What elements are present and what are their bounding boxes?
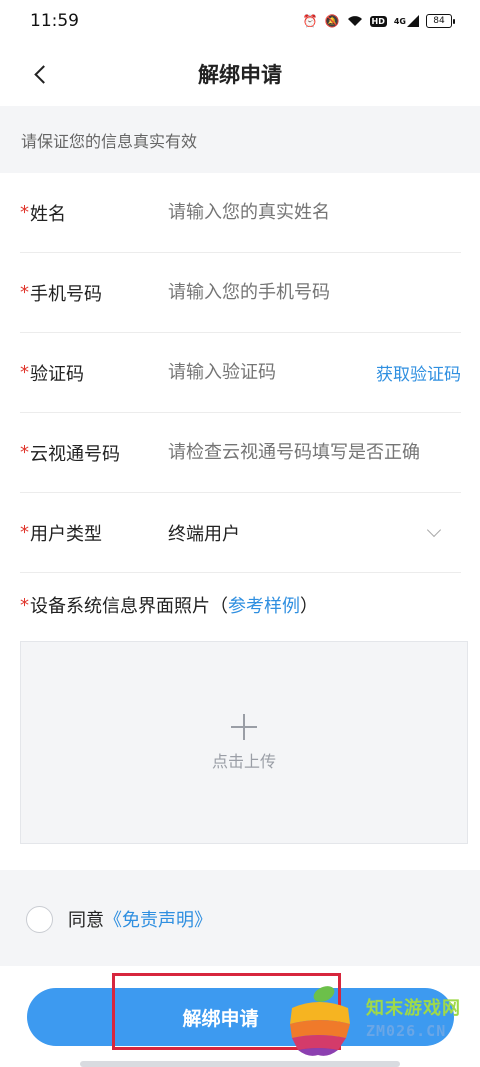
required-mark: * bbox=[20, 362, 29, 383]
account-row: * 云视通号码 bbox=[20, 413, 461, 493]
account-input[interactable] bbox=[168, 442, 461, 463]
account-label-text: 云视通号码 bbox=[30, 443, 120, 465]
user-type-label: * 用户类型 bbox=[20, 520, 168, 546]
page-title: 解绑申请 bbox=[198, 63, 282, 87]
phone-label: * 手机号码 bbox=[20, 280, 168, 306]
required-mark: * bbox=[20, 282, 29, 303]
chevron-down-icon[interactable] bbox=[426, 522, 442, 537]
submit-label: 解绑申请 bbox=[182, 1007, 259, 1030]
required-mark: * bbox=[20, 442, 29, 463]
status-time: 11:59 bbox=[30, 11, 79, 31]
gesture-bar bbox=[80, 1061, 400, 1067]
phone-row: * 手机号码 bbox=[20, 253, 461, 333]
name-label: * 姓名 bbox=[20, 200, 168, 226]
required-mark: * bbox=[20, 202, 29, 223]
photo-label-text: 设备系统信息界面照片（ bbox=[30, 596, 228, 617]
network-label: 4G bbox=[393, 16, 406, 26]
agree-checkbox[interactable] bbox=[26, 905, 53, 933]
code-label-text: 验证码 bbox=[30, 363, 84, 385]
required-mark: * bbox=[20, 594, 29, 616]
phone-input[interactable] bbox=[168, 282, 461, 303]
chevron-left-icon bbox=[33, 64, 53, 84]
hd-icon: HD bbox=[369, 15, 387, 27]
wifi-icon bbox=[347, 14, 363, 28]
status-bar: 11:59 ⏰ 🔕 HD 4G 84 bbox=[0, 0, 480, 42]
nav-bar: 解绑申请 bbox=[0, 42, 480, 106]
status-icons: ⏰ 🔕 HD 4G 84 bbox=[302, 14, 455, 28]
notice-text: 请保证您的信息真实有效 bbox=[21, 131, 198, 151]
back-button[interactable] bbox=[22, 56, 58, 92]
photo-label: * 设备系统信息界面照片（ 参考样例 ） bbox=[20, 592, 318, 618]
signal-4g-icon: 4G bbox=[394, 14, 419, 28]
agree-text: 同意 bbox=[68, 910, 104, 931]
battery-icon: 84 bbox=[426, 14, 455, 28]
battery-level: 84 bbox=[433, 16, 445, 26]
required-mark: * bbox=[20, 522, 29, 543]
name-row: * 姓名 bbox=[20, 173, 461, 253]
account-label: * 云视通号码 bbox=[20, 440, 168, 466]
get-code-button[interactable]: 获取验证码 bbox=[376, 360, 461, 385]
code-input[interactable] bbox=[168, 362, 286, 383]
code-row: * 验证码 获取验证码 bbox=[20, 333, 461, 413]
user-type-row[interactable]: * 用户类型 终端用户 bbox=[20, 493, 461, 573]
mute-bell-icon: 🔕 bbox=[324, 14, 340, 28]
name-input[interactable] bbox=[168, 202, 461, 223]
code-label: * 验证码 bbox=[20, 360, 168, 386]
disclaimer-link[interactable]: 《免责声明》 bbox=[104, 906, 212, 932]
plus-icon bbox=[231, 713, 257, 740]
sample-link[interactable]: 参考样例 bbox=[228, 592, 300, 618]
name-label-text: 姓名 bbox=[30, 203, 66, 225]
user-type-label-text: 用户类型 bbox=[30, 523, 102, 545]
info-notice: 请保证您的信息真实有效 bbox=[0, 106, 480, 173]
user-type-select[interactable]: 终端用户 bbox=[168, 520, 429, 546]
upload-text: 点击上传 bbox=[211, 751, 276, 771]
photo-upload-area[interactable]: 点击上传 bbox=[20, 641, 468, 844]
photo-label-end: ） bbox=[300, 596, 318, 617]
alarm-icon: ⏰ bbox=[302, 14, 318, 28]
submit-button[interactable]: 解绑申请 bbox=[27, 988, 454, 1046]
phone-label-text: 手机号码 bbox=[30, 283, 102, 305]
agreement-row: 同意 《免责声明》 bbox=[26, 903, 212, 935]
